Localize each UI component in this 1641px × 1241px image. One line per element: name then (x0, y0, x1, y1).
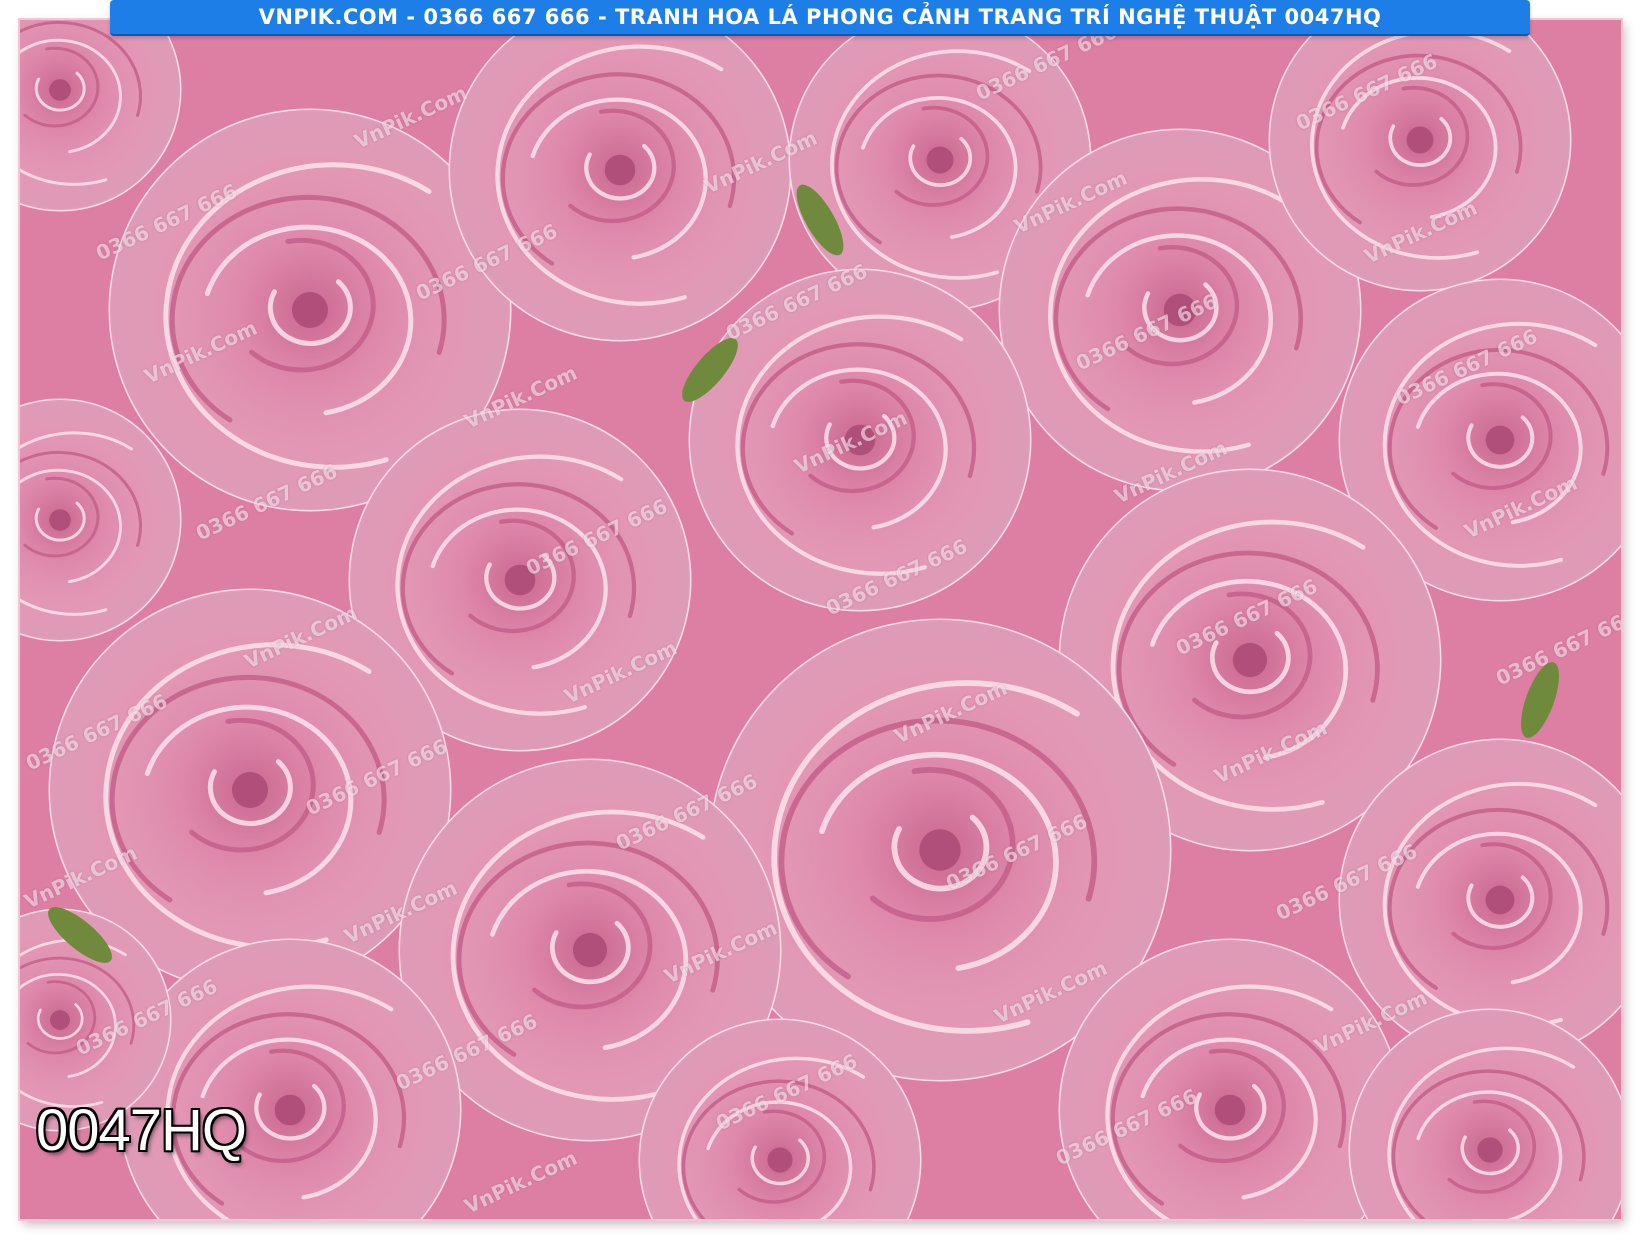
rose-bloom (688, 268, 1032, 612)
product-image-canvas: VnPik.Com 0366 667 666 0366 667 666 VnPi… (0, 0, 1641, 1241)
roses-illustration (20, 20, 1621, 1219)
product-code-label: 0047HQ (36, 1098, 247, 1163)
banner-text: VNPIK.COM - 0366 667 666 - TRANH HOA LÁ … (258, 5, 1382, 29)
rose-bloom (448, 20, 792, 342)
title-banner: VNPIK.COM - 0366 667 666 - TRANH HOA LÁ … (110, 0, 1530, 36)
roses-photo: VnPik.Com 0366 667 666 0366 667 666 VnPi… (20, 20, 1621, 1219)
